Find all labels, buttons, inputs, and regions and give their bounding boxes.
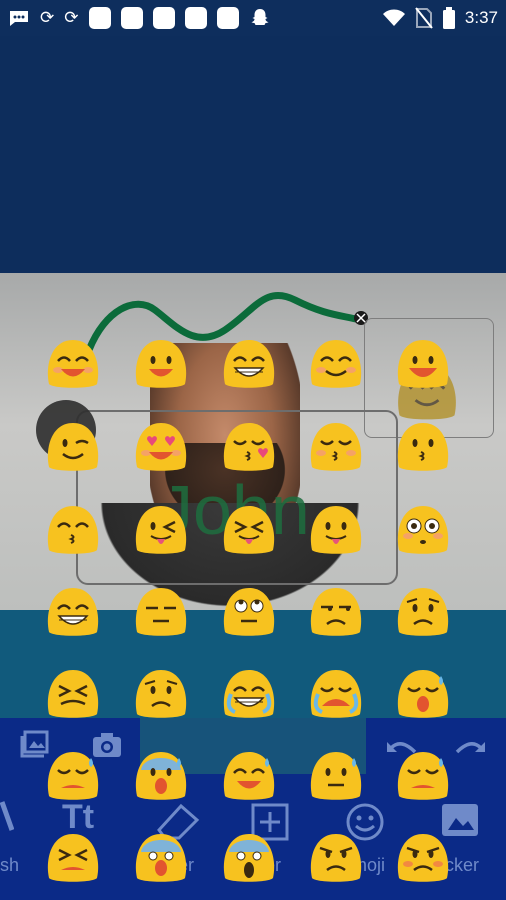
emoji-sweat-smile[interactable] — [219, 748, 279, 802]
emoji-pouting[interactable] — [393, 830, 453, 884]
snapchat-icon — [251, 9, 268, 25]
canvas-top-area — [0, 36, 506, 273]
message-icon — [10, 11, 28, 26]
emoji-sweat-frown[interactable] — [393, 748, 453, 802]
emoji-angry[interactable] — [306, 830, 366, 884]
emoji-kiss[interactable] — [393, 419, 453, 473]
emoji-sweat-sad[interactable] — [43, 748, 103, 802]
emoji-worried[interactable] — [393, 584, 453, 638]
emoji-kiss-smile[interactable] — [43, 502, 103, 556]
emoji-crying-loud[interactable] — [306, 666, 366, 720]
emoji-wink[interactable] — [43, 419, 103, 473]
emoji-tongue-squint[interactable] — [219, 502, 279, 556]
wifi-icon — [382, 9, 405, 26]
emoji-angry-squint[interactable] — [43, 830, 103, 884]
emoji-sweat-neutral[interactable] — [306, 748, 366, 802]
status-left-icons: ⟳ ⟳ — [8, 7, 271, 29]
app-icon — [216, 7, 239, 29]
emoji-grimace-grin[interactable] — [43, 584, 103, 638]
no-sim-icon — [415, 7, 433, 29]
emoji-unamused[interactable] — [306, 584, 366, 638]
emoji-tongue-wink[interactable] — [131, 502, 191, 556]
app-icon — [120, 7, 143, 29]
emoji-fearful[interactable] — [131, 830, 191, 884]
emoji-rolling-eyes[interactable] — [219, 584, 279, 638]
redo-icon[interactable] — [455, 738, 487, 760]
battery-icon — [442, 7, 455, 29]
emoji-smile-blush[interactable] — [306, 336, 366, 390]
emoji-flushed[interactable] — [393, 502, 453, 556]
emoji-tongue[interactable] — [306, 502, 366, 556]
emoji-scream[interactable] — [219, 830, 279, 884]
emoji-heart-eyes[interactable] — [131, 419, 191, 473]
emoji-frown[interactable] — [131, 666, 191, 720]
brush-icon[interactable] — [0, 800, 14, 836]
status-time: 3:37 — [464, 8, 498, 27]
app-icon — [88, 7, 111, 29]
emoji-neutral-expressionless[interactable] — [131, 584, 191, 638]
sync-icon: ⟳ — [64, 7, 79, 28]
app-icon — [184, 7, 207, 29]
emoji-smile-open[interactable] — [393, 336, 453, 390]
emoji-kiss-heart[interactable] — [219, 419, 279, 473]
sync-icon: ⟳ — [40, 7, 55, 28]
emoji-persevere[interactable] — [43, 666, 103, 720]
app-icon — [152, 7, 175, 29]
status-right-icons: 3:37 — [382, 7, 498, 29]
emoji-kiss-closed[interactable] — [306, 419, 366, 473]
emoji-laugh-tears[interactable] — [219, 666, 279, 720]
emoji-fearful-sweat[interactable] — [131, 748, 191, 802]
emoji-disappointed-relieved[interactable] — [393, 666, 453, 720]
emoji-grinning-blush[interactable] — [43, 336, 103, 390]
emoji-big-grin[interactable] — [219, 336, 279, 390]
emoji-grinning[interactable] — [131, 336, 191, 390]
toolbar-label-brush[interactable]: sh — [0, 855, 19, 876]
status-bar: ⟳ ⟳ 3:37 — [0, 0, 506, 36]
